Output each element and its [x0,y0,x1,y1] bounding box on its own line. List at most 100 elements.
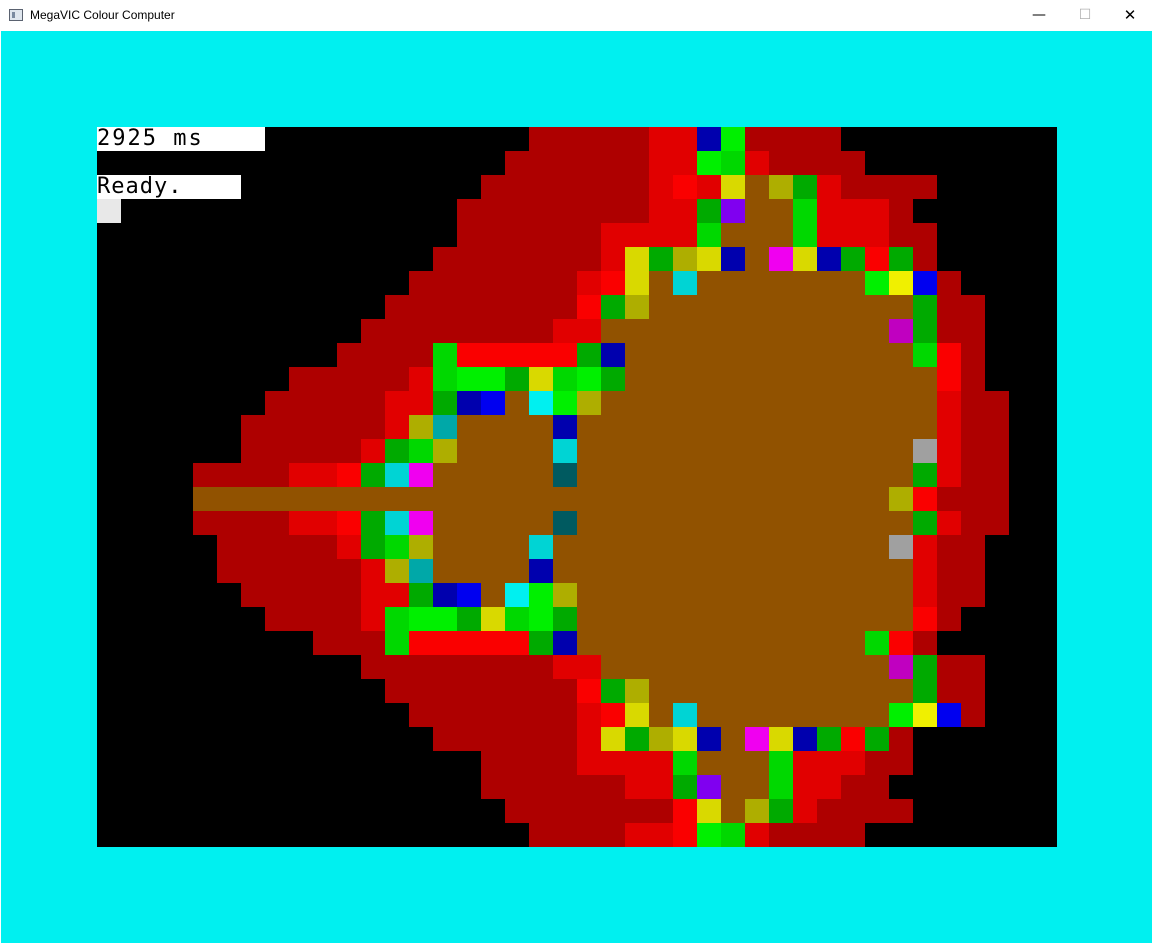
fractal-pixel [385,391,409,415]
emulator-border: 2925 ms Ready. [1,31,1152,943]
fractal-pixel [721,439,745,463]
fractal-pixel [409,271,433,295]
fractal-pixel [505,775,529,799]
fractal-pixel [433,511,457,535]
fractal-pixel [577,415,601,439]
fractal-pixel [793,823,817,847]
fractal-pixel [649,583,673,607]
fractal-pixel [961,583,985,607]
fractal-pixel [697,583,721,607]
fractal-pixel [625,559,649,583]
fractal-pixel [529,535,553,559]
fractal-pixel [673,415,697,439]
maximize-button[interactable]: ☐ [1062,0,1108,31]
fractal-pixel [385,607,409,631]
fractal-pixel [625,199,649,223]
fractal-pixel [913,511,937,535]
fractal-pixel [793,367,817,391]
fractal-pixel [601,415,625,439]
fractal-pixel [337,607,361,631]
fractal-pixel [721,487,745,511]
fractal-pixel [697,391,721,415]
fractal-pixel [913,655,937,679]
fractal-pixel [961,319,985,343]
fractal-pixel [769,127,793,151]
fractal-pixel [673,367,697,391]
minimize-button[interactable]: — [1016,0,1062,31]
fractal-pixel [553,151,577,175]
fractal-pixel [409,679,433,703]
fractal-pixel [889,511,913,535]
fractal-pixel [769,223,793,247]
emulator-screen[interactable]: 2925 ms Ready. [97,127,1057,847]
fractal-pixel [457,319,481,343]
fractal-pixel [817,415,841,439]
fractal-pixel [649,823,673,847]
fractal-pixel [865,583,889,607]
fractal-pixel [817,487,841,511]
fractal-pixel [337,391,361,415]
fractal-pixel [697,319,721,343]
fractal-pixel [673,319,697,343]
fractal-pixel [625,391,649,415]
fractal-pixel [457,607,481,631]
fractal-pixel [697,439,721,463]
fractal-pixel [313,463,337,487]
fractal-pixel [625,463,649,487]
fractal-pixel [409,487,433,511]
fractal-pixel [649,487,673,511]
fractal-pixel [937,655,961,679]
fractal-pixel [577,727,601,751]
fractal-pixel [409,463,433,487]
fractal-pixel [409,607,433,631]
fractal-pixel [481,655,505,679]
fractal-pixel [289,607,313,631]
fractal-pixel [865,679,889,703]
text-cursor [97,199,121,223]
fractal-pixel [625,727,649,751]
fractal-pixel [193,511,217,535]
window-titlebar[interactable]: MegaVIC Colour Computer — ☐ ✕ [0,0,1153,31]
fractal-pixel [553,319,577,343]
fractal-pixel [553,775,577,799]
fractal-pixel [985,487,1009,511]
fractal-pixel [601,511,625,535]
fractal-pixel [505,367,529,391]
fractal-pixel [649,127,673,151]
fractal-pixel [769,703,793,727]
fractal-pixel [865,199,889,223]
close-button[interactable]: ✕ [1107,0,1153,31]
fractal-pixel [841,223,865,247]
fractal-pixel [625,583,649,607]
fractal-pixel [985,439,1009,463]
fractal-pixel [217,511,241,535]
fractal-pixel [721,703,745,727]
fractal-pixel [817,343,841,367]
fractal-pixel [673,559,697,583]
fractal-pixel [457,511,481,535]
fractal-pixel [553,391,577,415]
fractal-pixel [913,679,937,703]
fractal-pixel [961,367,985,391]
fractal-pixel [505,295,529,319]
fractal-pixel [697,703,721,727]
fractal-pixel [937,367,961,391]
fractal-pixel [697,823,721,847]
fractal-pixel [721,655,745,679]
fractal-pixel [817,247,841,271]
fractal-pixel [601,319,625,343]
fractal-pixel [529,295,553,319]
fractal-pixel [337,463,361,487]
fractal-pixel [673,343,697,367]
fractal-pixel [289,559,313,583]
fractal-pixel [361,415,385,439]
fractal-pixel [745,799,769,823]
fractal-pixel [865,319,889,343]
fractal-pixel [457,559,481,583]
fractal-pixel [385,559,409,583]
fractal-pixel [457,271,481,295]
fractal-pixel [409,631,433,655]
fractal-pixel [337,583,361,607]
fractal-pixel [865,655,889,679]
app-window-icon[interactable] [9,9,23,21]
